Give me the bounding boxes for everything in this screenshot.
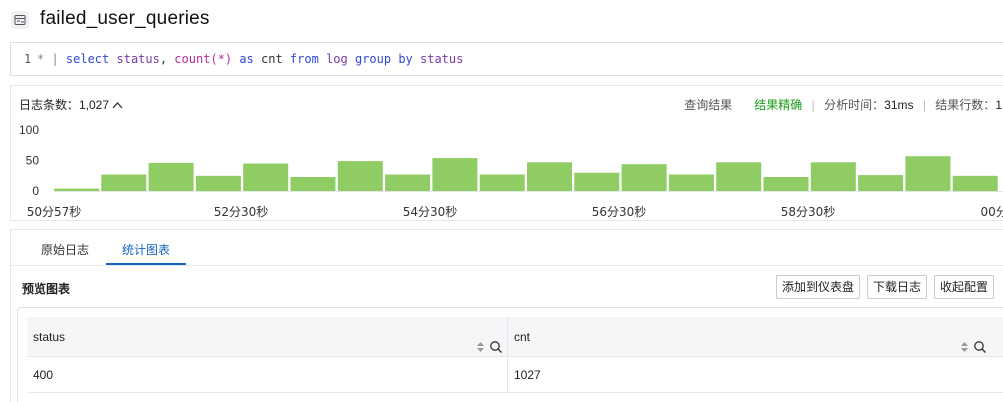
- x-tick-label: 52分30秒: [214, 205, 269, 219]
- result-rows-value: 1: [995, 98, 1002, 112]
- column-header-status: status: [27, 317, 508, 357]
- histogram-bar[interactable]: [763, 177, 809, 191]
- table-row[interactable]: 400 1027: [27, 357, 1003, 393]
- x-tick-label: 50分57秒: [27, 205, 82, 219]
- analysis-time-value: 31ms: [884, 98, 914, 112]
- tab-statistics-chart[interactable]: 统计图表: [122, 241, 170, 258]
- histogram-bar[interactable]: [195, 175, 241, 192]
- result-tabs: 原始日志 统计图表: [11, 230, 1003, 266]
- table-header: status cnt: [27, 317, 1003, 357]
- histogram-bar[interactable]: [621, 164, 667, 191]
- query-result-label: 查询结果: [684, 98, 733, 112]
- column-header-label: cnt: [514, 330, 531, 344]
- y-tick-label: 100: [19, 123, 39, 137]
- results-panel: 原始日志 统计图表 预览图表 添加到仪表盘 下载日志 收起配置 status c…: [10, 229, 1003, 402]
- histogram-bar[interactable]: [54, 188, 99, 191]
- histogram-bar[interactable]: [952, 175, 998, 192]
- histogram-bar[interactable]: [337, 161, 383, 191]
- query-stats: 查询结果 结果精确 | 分析时间：31ms | 结果行数：1: [684, 98, 1002, 112]
- histogram-bar[interactable]: [479, 174, 525, 192]
- x-tick-label: 58分30秒: [781, 205, 836, 219]
- tab-raw-logs[interactable]: 原始日志: [41, 241, 89, 258]
- x-tick-label: 00分3: [981, 205, 1003, 219]
- histogram-panel: 日志条数：1,027 查询结果 结果精确 | 分析时间：31ms | 结果行数：…: [10, 85, 1003, 221]
- histogram-bar[interactable]: [716, 162, 762, 191]
- y-tick-label: 0: [32, 184, 39, 198]
- result-rows-label: 结果行数：: [935, 98, 996, 112]
- histogram-bar[interactable]: [905, 156, 951, 191]
- result-table: status cnt 400 1027: [17, 307, 1003, 402]
- histogram-bar[interactable]: [101, 174, 147, 192]
- histogram-bar[interactable]: [810, 162, 856, 191]
- histogram-bar[interactable]: [148, 162, 194, 191]
- histogram-bar[interactable]: [432, 158, 478, 191]
- histogram-bar[interactable]: [290, 177, 336, 191]
- histogram-bar[interactable]: [858, 175, 904, 191]
- log-count-label: 日志条数：1,027: [19, 98, 110, 112]
- x-tick-label: 54分30秒: [403, 205, 458, 219]
- cell-status: 400: [27, 357, 508, 393]
- histogram-bar[interactable]: [527, 162, 572, 191]
- line-number: 1: [24, 52, 32, 66]
- log-histogram-chart[interactable]: 100 50 0 50分57秒 52分30秒 54分30秒 56分30秒 58分30秒 00分3: [11, 116, 1003, 220]
- y-tick-label: 50: [26, 154, 40, 168]
- x-tick-label: 56分30秒: [592, 205, 647, 219]
- header: failed_user_queries: [0, 0, 1003, 40]
- column-header-label: status: [33, 330, 66, 344]
- page-title: failed_user_queries: [40, 8, 210, 29]
- accuracy-status: 结果精确: [754, 98, 803, 112]
- logstore-icon: [11, 11, 29, 29]
- analysis-time-label: 分析时间：: [824, 98, 885, 112]
- download-logs-button[interactable]: 下载日志: [867, 275, 928, 299]
- preview-chart-title: 预览图表: [22, 282, 71, 296]
- column-header-cnt: cnt: [508, 317, 1003, 357]
- cell-cnt: 1027: [514, 368, 541, 382]
- log-count-toggle[interactable]: 日志条数：1,027: [19, 96, 123, 113]
- add-to-dashboard-button[interactable]: 添加到仪表盘: [776, 275, 861, 299]
- histogram-bar[interactable]: [574, 172, 620, 191]
- collapse-config-button[interactable]: 收起配置: [934, 275, 995, 299]
- query-editor[interactable]: 1 * | select status, count(*) as cnt fro…: [10, 42, 1003, 76]
- query-code[interactable]: * | select status, count(*) as cnt from …: [37, 52, 463, 66]
- histogram-bar[interactable]: [668, 174, 714, 192]
- active-tab-indicator: [106, 263, 186, 265]
- chevron-up-icon: [112, 98, 123, 112]
- histogram-bar[interactable]: [243, 163, 289, 192]
- histogram-bar[interactable]: [385, 174, 431, 192]
